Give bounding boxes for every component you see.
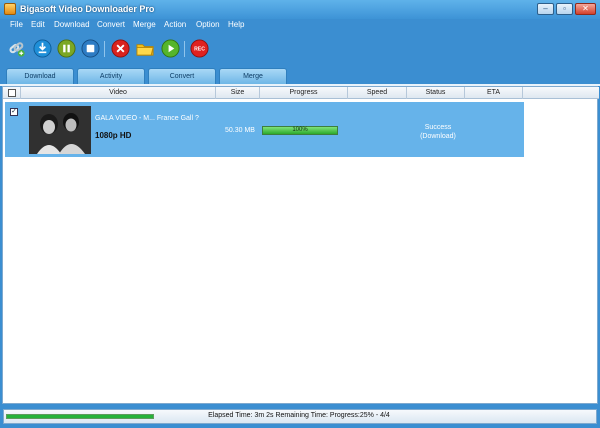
toolbar: REC — [0, 33, 600, 63]
delete-icon[interactable] — [111, 39, 130, 58]
overall-progress-fill — [7, 415, 153, 418]
row-progress-bar: 100% — [262, 126, 338, 135]
select-all-checkbox[interactable] — [8, 89, 16, 97]
column-eta[interactable]: ETA — [465, 87, 523, 99]
column-video[interactable]: Video — [21, 87, 216, 99]
tab-activity[interactable]: Activity — [77, 68, 145, 85]
column-size[interactable]: Size — [216, 87, 260, 99]
column-speed[interactable]: Speed — [348, 87, 407, 99]
tab-merge[interactable]: Merge — [219, 68, 287, 85]
status-panel: Elapsed Time: 3m 2s Remaining Time: Prog… — [3, 409, 597, 424]
column-progress[interactable]: Progress — [260, 87, 348, 99]
row-checkbox[interactable]: ✓ — [10, 108, 18, 116]
status-subtext: (Download) — [420, 133, 456, 140]
window-title: Bigasoft Video Downloader Pro — [20, 4, 155, 14]
overall-progress-bar — [6, 414, 154, 419]
menu-merge[interactable]: Merge — [133, 20, 156, 29]
menu-edit[interactable]: Edit — [31, 20, 45, 29]
video-title: GALA VIDEO - M... France Gall ? — [95, 115, 199, 122]
status-text-line: Elapsed Time: 3m 2s Remaining Time: Prog… — [208, 412, 390, 419]
status-bar: Elapsed Time: 3m 2s Remaining Time: Prog… — [0, 405, 600, 428]
download-icon[interactable] — [33, 39, 52, 58]
menu-download[interactable]: Download — [54, 20, 90, 29]
close-button[interactable]: ✕ — [575, 3, 596, 15]
download-row[interactable]: ✓ GALA VIDEO - M... France Gall ? 1080p … — [5, 102, 524, 157]
tab-bar: Download Activity Convert Merge — [0, 66, 600, 85]
restore-button[interactable]: ▫ — [556, 3, 573, 15]
app-window: Bigasoft Video Downloader Pro – ▫ ✕ File… — [0, 0, 600, 428]
tab-download[interactable]: Download — [6, 68, 74, 85]
menu-convert[interactable]: Convert — [97, 20, 125, 29]
video-size: 50.30 MB — [225, 127, 255, 134]
play-icon[interactable] — [161, 39, 180, 58]
header-select-all[interactable] — [3, 87, 21, 99]
toolbar-separator — [104, 41, 105, 57]
pause-icon[interactable] — [57, 39, 76, 58]
title-bar[interactable]: Bigasoft Video Downloader Pro – ▫ ✕ — [0, 0, 600, 19]
row-status: Success (Download) — [409, 123, 467, 141]
status-text: Success — [424, 124, 452, 131]
menu-action[interactable]: Action — [164, 20, 186, 29]
list-header: Video Size Progress Speed Status ETA — [3, 87, 599, 99]
toolbar-separator — [184, 41, 185, 57]
video-quality: 1080p HD — [95, 131, 132, 140]
tab-convert[interactable]: Convert — [148, 68, 216, 85]
video-thumbnail — [29, 106, 91, 154]
column-status[interactable]: Status — [407, 87, 465, 99]
menu-bar: File Edit Download Convert Merge Action … — [0, 19, 600, 31]
app-logo-icon — [4, 3, 16, 15]
stop-icon[interactable] — [81, 39, 100, 58]
record-label: REC — [194, 47, 205, 53]
menu-help[interactable]: Help — [228, 20, 244, 29]
menu-option[interactable]: Option — [196, 20, 220, 29]
minimize-button[interactable]: – — [537, 3, 554, 15]
menu-file[interactable]: File — [10, 20, 23, 29]
row-progress-label: 100% — [292, 127, 308, 133]
open-folder-icon[interactable] — [136, 39, 155, 58]
download-list: Video Size Progress Speed Status ETA ✓ G… — [2, 86, 599, 404]
add-link-icon[interactable] — [7, 39, 26, 58]
record-icon[interactable]: REC — [190, 39, 209, 58]
